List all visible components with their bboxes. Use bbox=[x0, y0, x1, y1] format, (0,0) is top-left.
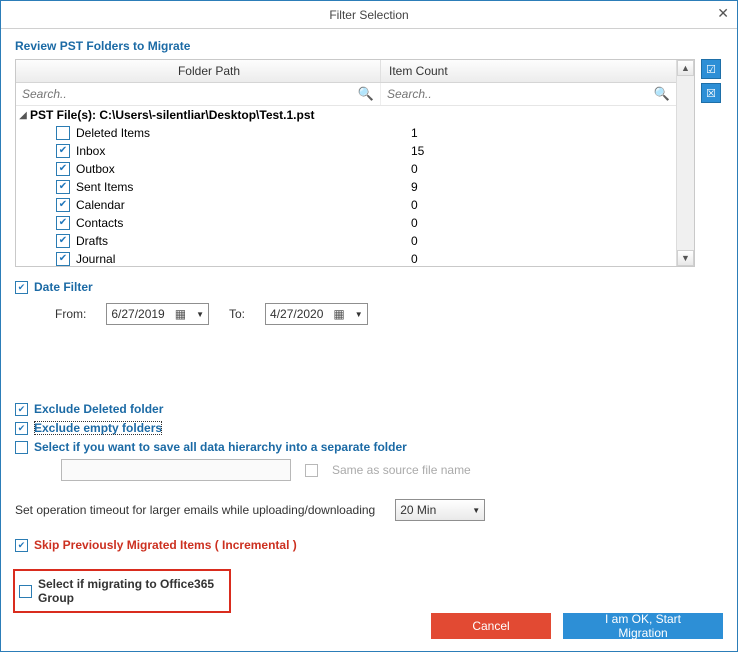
hierarchy-row[interactable]: Select if you want to save all data hier… bbox=[15, 440, 723, 454]
close-icon[interactable]: ✕ bbox=[717, 5, 729, 22]
hierarchy-label: Select if you want to save all data hier… bbox=[34, 440, 407, 454]
exclude-deleted-label: Exclude Deleted folder bbox=[34, 402, 163, 416]
exclude-deleted-row[interactable]: Exclude Deleted folder bbox=[15, 402, 723, 416]
tree-root[interactable]: ◢ PST File(s): C:\Users\-silentliar\Desk… bbox=[16, 106, 676, 124]
deselect-all-button[interactable]: ☒ bbox=[701, 83, 721, 103]
col-folder-path[interactable]: Folder Path bbox=[16, 60, 381, 82]
folder-row[interactable]: Deleted Items 1 bbox=[16, 124, 676, 142]
folder-row[interactable]: Outbox 0 bbox=[16, 160, 676, 178]
cancel-button[interactable]: Cancel bbox=[431, 613, 551, 639]
timeout-label: Set operation timeout for larger emails … bbox=[15, 503, 375, 517]
folder-count: 0 bbox=[411, 162, 418, 176]
scroll-up-icon[interactable]: ▲ bbox=[677, 60, 694, 76]
o365-highlight-box: Select if migrating to Office365 Group bbox=[13, 569, 231, 613]
o365-checkbox[interactable] bbox=[19, 585, 32, 598]
col-item-count[interactable]: Item Count bbox=[381, 60, 676, 82]
folder-count: 0 bbox=[411, 198, 418, 212]
search-count[interactable]: 🔍 bbox=[381, 83, 676, 105]
folder-count: 1 bbox=[411, 126, 418, 140]
date-filter-label: Date Filter bbox=[34, 280, 93, 294]
to-date-input[interactable]: 4/27/2020 ▦▼ bbox=[265, 303, 368, 325]
skip-migrated-label: Skip Previously Migrated Items ( Increme… bbox=[34, 538, 297, 552]
folder-count: 15 bbox=[411, 144, 424, 158]
folder-row[interactable]: Inbox 15 bbox=[16, 142, 676, 160]
folder-count: 0 bbox=[411, 252, 418, 266]
expander-icon[interactable]: ◢ bbox=[16, 110, 30, 121]
folder-count: 0 bbox=[411, 234, 418, 248]
folder-row[interactable]: Journal 0 bbox=[16, 250, 676, 266]
folder-row[interactable]: Drafts 0 bbox=[16, 232, 676, 250]
exclude-empty-label: Exclude empty folders bbox=[34, 421, 162, 435]
date-filter-checkbox[interactable] bbox=[15, 281, 28, 294]
search-icon[interactable]: 🔍 bbox=[338, 86, 374, 102]
folder-checkbox[interactable] bbox=[56, 216, 70, 230]
from-label: From: bbox=[55, 307, 86, 321]
folder-checkbox[interactable] bbox=[56, 162, 70, 176]
section-heading: Review PST Folders to Migrate bbox=[1, 29, 737, 59]
skip-migrated-checkbox[interactable] bbox=[15, 539, 28, 552]
folder-name: Contacts bbox=[76, 216, 123, 230]
folder-row[interactable]: Sent Items 9 bbox=[16, 178, 676, 196]
folder-row[interactable]: Contacts 0 bbox=[16, 214, 676, 232]
start-migration-button[interactable]: I am OK, Start Migration bbox=[563, 613, 723, 639]
folder-checkbox[interactable] bbox=[56, 234, 70, 248]
search-folder-input[interactable] bbox=[22, 87, 338, 101]
from-date-input[interactable]: 6/27/2019 ▦▼ bbox=[106, 303, 209, 325]
chevron-down-icon[interactable]: ▼ bbox=[196, 310, 204, 319]
root-label: PST File(s): C:\Users\-silentliar\Deskto… bbox=[30, 108, 315, 122]
folder-name: Outbox bbox=[76, 162, 115, 176]
folder-name: Deleted Items bbox=[76, 126, 150, 140]
folder-checkbox[interactable] bbox=[56, 126, 70, 140]
skip-migrated-row[interactable]: Skip Previously Migrated Items ( Increme… bbox=[15, 538, 723, 552]
folder-checkbox[interactable] bbox=[56, 144, 70, 158]
folder-checkbox[interactable] bbox=[56, 252, 70, 266]
search-count-input[interactable] bbox=[387, 87, 634, 101]
exclude-deleted-checkbox[interactable] bbox=[15, 403, 28, 416]
exclude-empty-checkbox[interactable] bbox=[15, 422, 28, 435]
select-all-button[interactable]: ☑ bbox=[701, 59, 721, 79]
o365-label: Select if migrating to Office365 Group bbox=[38, 577, 225, 605]
search-icon[interactable]: 🔍 bbox=[634, 86, 670, 102]
date-filter-row[interactable]: Date Filter bbox=[15, 280, 723, 294]
calendar-icon[interactable]: ▦ bbox=[333, 307, 344, 321]
exclude-empty-row[interactable]: Exclude empty folders bbox=[15, 421, 723, 435]
folder-row[interactable]: Calendar 0 bbox=[16, 196, 676, 214]
hierarchy-checkbox[interactable] bbox=[15, 441, 28, 454]
folder-checkbox[interactable] bbox=[56, 198, 70, 212]
chevron-down-icon[interactable]: ▼ bbox=[472, 506, 480, 515]
search-folder[interactable]: 🔍 bbox=[16, 83, 381, 105]
folder-name: Calendar bbox=[76, 198, 125, 212]
folder-name: Drafts bbox=[76, 234, 108, 248]
same-as-source-label: Same as source file name bbox=[332, 463, 471, 477]
folder-checkbox[interactable] bbox=[56, 180, 70, 194]
folder-count: 9 bbox=[411, 180, 418, 194]
folder-name: Sent Items bbox=[76, 180, 133, 194]
scroll-down-icon[interactable]: ▼ bbox=[677, 250, 694, 266]
folder-name: Journal bbox=[76, 252, 115, 266]
folder-name: Inbox bbox=[76, 144, 105, 158]
title-bar: Filter Selection ✕ bbox=[1, 1, 737, 29]
hierarchy-folder-input[interactable] bbox=[61, 459, 291, 481]
grid-header: Folder Path Item Count bbox=[16, 60, 676, 83]
timeout-select[interactable]: 20 Min ▼ bbox=[395, 499, 485, 521]
folder-count: 0 bbox=[411, 216, 418, 230]
same-as-source-checkbox bbox=[305, 464, 318, 477]
calendar-icon[interactable]: ▦ bbox=[175, 307, 186, 321]
window-title: Filter Selection bbox=[329, 8, 408, 22]
scrollbar[interactable]: ▲ ▼ bbox=[676, 60, 694, 266]
o365-row[interactable]: Select if migrating to Office365 Group bbox=[19, 577, 225, 605]
chevron-down-icon[interactable]: ▼ bbox=[355, 310, 363, 319]
to-label: To: bbox=[229, 307, 245, 321]
